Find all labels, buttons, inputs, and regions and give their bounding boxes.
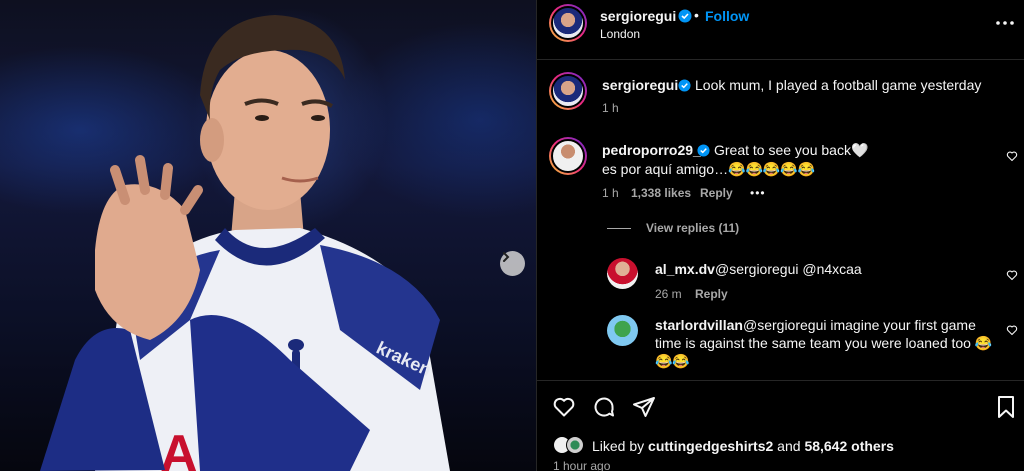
post-actions: Liked by cuttingedgeshirts2 and 58,642 o… bbox=[537, 380, 1024, 471]
reply-username[interactable]: al_mx.dv bbox=[655, 261, 715, 277]
comment-username[interactable]: pedroporro29_ bbox=[602, 142, 701, 158]
reply-button[interactable]: Reply bbox=[700, 186, 733, 200]
view-replies-button[interactable]: View replies (11) bbox=[646, 221, 739, 235]
post-header: sergioregui • Follow London bbox=[537, 0, 1024, 60]
liked-by-user[interactable]: cuttingedgeshirts2 bbox=[648, 438, 773, 454]
likes-count[interactable]: 58,642 others bbox=[804, 438, 894, 454]
dot-separator: • bbox=[694, 7, 699, 23]
avatar bbox=[566, 436, 584, 454]
reply-text-line3: 😂😂 bbox=[655, 353, 690, 369]
location-link[interactable]: London bbox=[600, 27, 640, 41]
post-photo[interactable]: kraken AIA bbox=[0, 0, 536, 471]
reply-time: 26 m bbox=[655, 287, 682, 301]
bookmark-icon[interactable] bbox=[995, 395, 1017, 424]
reply-text: @sergioregui @n4xcaa bbox=[715, 261, 862, 277]
reply-username[interactable]: starlordvillan bbox=[655, 317, 743, 333]
verified-badge-icon bbox=[678, 79, 691, 97]
avatar[interactable] bbox=[549, 4, 587, 42]
caption-time: 1 h bbox=[602, 101, 619, 115]
comment-likes[interactable]: 1,338 likes bbox=[631, 186, 691, 200]
avatar[interactable] bbox=[607, 258, 638, 289]
follow-button[interactable]: Follow bbox=[705, 8, 749, 24]
comment-time: 1 h bbox=[602, 186, 619, 200]
reply-button[interactable]: Reply bbox=[695, 287, 728, 301]
chevron-right-icon[interactable] bbox=[500, 251, 525, 276]
comment-options-button[interactable]: ••• bbox=[750, 186, 766, 200]
comment-icon[interactable] bbox=[592, 395, 616, 424]
send-icon[interactable] bbox=[632, 395, 656, 424]
caption-username[interactable]: sergioregui bbox=[602, 77, 678, 93]
heart-icon[interactable] bbox=[552, 395, 576, 424]
post-time: 1 hour ago bbox=[553, 459, 611, 471]
heart-icon[interactable] bbox=[1006, 268, 1018, 286]
player-illustration: kraken AIA bbox=[40, 15, 450, 471]
comment-text-line1: Great to see you back🤍 bbox=[714, 142, 869, 158]
post-sidebar: sergioregui • Follow London sergioregui … bbox=[537, 0, 1024, 471]
replies-line bbox=[607, 228, 631, 229]
caption-text: Look mum, I played a football game yeste… bbox=[695, 77, 982, 93]
liked-by-prefix: Liked by bbox=[592, 438, 649, 454]
reply-text-line2: time is against the same team you were l… bbox=[655, 335, 993, 351]
more-horizontal-icon[interactable] bbox=[995, 13, 1015, 33]
liked-by-middle: and bbox=[773, 438, 805, 454]
avatar[interactable] bbox=[549, 72, 587, 110]
avatar[interactable] bbox=[607, 315, 638, 346]
liked-by-text: Liked by cuttingedgeshirts2 and 58,642 o… bbox=[592, 438, 894, 454]
comment-text-line2: es por aquí amigo…😂😂😂😂😂 bbox=[602, 161, 816, 177]
avatar[interactable] bbox=[549, 137, 587, 175]
post-username[interactable]: sergioregui bbox=[600, 8, 676, 24]
heart-icon[interactable] bbox=[1006, 149, 1018, 167]
reply-text-line1: @sergioregui imagine your first game bbox=[743, 317, 976, 333]
heart-icon[interactable] bbox=[1006, 323, 1018, 341]
verified-badge-icon bbox=[697, 144, 710, 162]
verified-badge-icon bbox=[678, 9, 692, 28]
